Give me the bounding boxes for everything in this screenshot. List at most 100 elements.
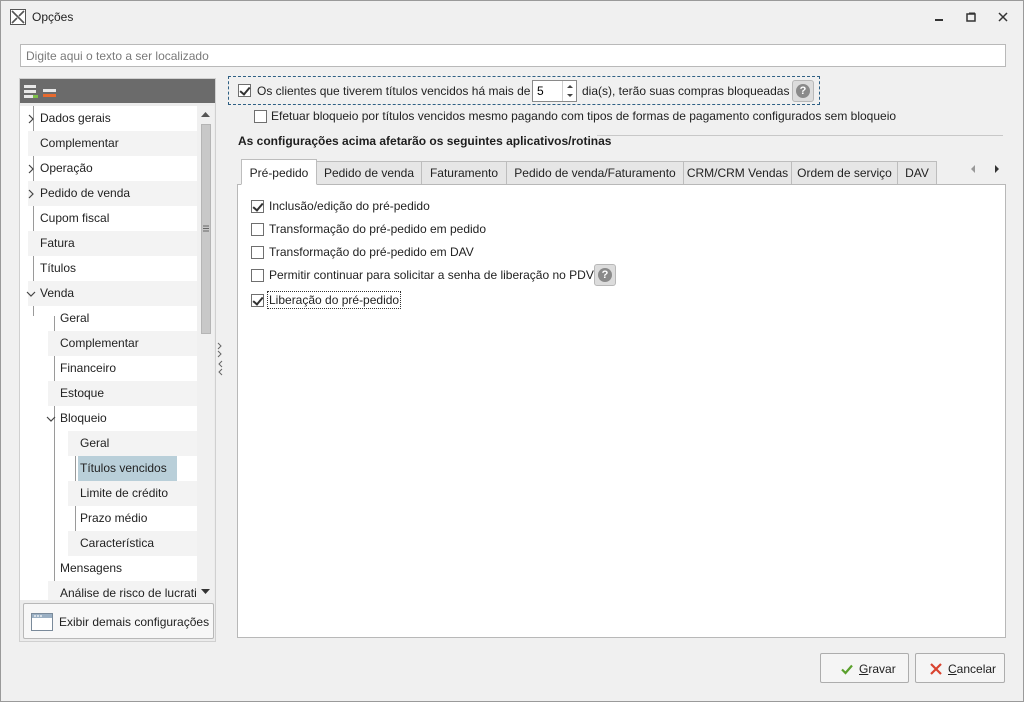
tree-item[interactable]: Fatura xyxy=(28,231,197,256)
option-checkbox[interactable] xyxy=(251,269,264,282)
tab-5[interactable]: CRM/CRM Vendas xyxy=(683,161,792,185)
check-icon xyxy=(841,664,853,675)
overdue-days-spinner[interactable] xyxy=(532,80,577,102)
restore-icon xyxy=(966,12,976,22)
tree-item[interactable]: Títulos xyxy=(28,256,197,281)
settings-tree-panel: Dados gerais Complementar Operação Pedido d… xyxy=(19,78,216,642)
help-icon: ? xyxy=(598,268,612,282)
tree-item-label: Complementar xyxy=(40,136,119,150)
show-more-settings-button[interactable]: Exibir demais configurações xyxy=(23,603,214,639)
save-button[interactable]: Gravar xyxy=(820,653,909,683)
tab-3[interactable]: Faturamento xyxy=(421,161,507,185)
option-checkbox[interactable] xyxy=(251,246,264,259)
option-label: Transformação do pré-pedido em pedido xyxy=(269,222,487,236)
section-title: As configurações acima afetarão os segui… xyxy=(238,134,612,148)
section-divider xyxy=(597,135,1003,136)
tree-item-label: Operação xyxy=(40,161,93,175)
tree-item[interactable]: Análise de risco de lucrati xyxy=(48,581,197,600)
tree-item[interactable]: Pedido de venda xyxy=(28,181,197,206)
window-title: Opções xyxy=(32,10,74,24)
tree-item-label: Bloqueio xyxy=(60,411,107,425)
panel-splitter-handle[interactable] xyxy=(216,341,224,377)
overdue-days-input[interactable] xyxy=(533,81,561,101)
close-button[interactable] xyxy=(990,7,1016,27)
tab-scroll-left-button[interactable] xyxy=(964,161,982,177)
block-even-paying-checkbox[interactable] xyxy=(254,110,267,123)
tree-item-label: Títulos xyxy=(40,261,77,275)
tree-item[interactable]: Geral xyxy=(48,306,197,331)
chevron-right-icon[interactable] xyxy=(26,114,36,124)
tree-item[interactable]: Bloqueio xyxy=(46,406,197,431)
block-even-paying-label: Efetuar bloqueio por títulos vencidos me… xyxy=(271,109,897,123)
tree-item[interactable]: Geral xyxy=(68,431,197,456)
collapse-all-icon[interactable] xyxy=(42,83,58,99)
show-more-settings-label: Exibir demais configurações xyxy=(59,615,210,629)
tab-2[interactable]: Pedido de venda xyxy=(316,161,422,185)
option-checkbox[interactable] xyxy=(251,294,264,307)
tree-item[interactable]: Mensagens xyxy=(48,556,197,581)
tab-content-pre-pedido: Inclusão/edição do pré-pedido Transformaç… xyxy=(237,184,1006,638)
tree-scrollbar[interactable] xyxy=(197,106,214,600)
tab-4[interactable]: Pedido de venda/Faturamento xyxy=(506,161,684,185)
tree-item[interactable]: Complementar xyxy=(48,331,197,356)
grip-icon xyxy=(203,225,209,232)
tree-item[interactable]: Operação xyxy=(28,156,197,181)
tree-item-label: Análise de risco de lucrati xyxy=(60,586,197,600)
expand-all-icon[interactable] xyxy=(23,83,39,99)
option-checkbox[interactable] xyxy=(251,223,264,236)
tree-item-label: Mensagens xyxy=(60,561,123,575)
settings-tree: Dados gerais Complementar Operação Pedido d… xyxy=(20,106,197,600)
option-label: Permitir continuar para solicitar a senh… xyxy=(269,268,594,282)
tree-item-label: Financeiro xyxy=(60,361,117,375)
tree-item[interactable]: Venda xyxy=(26,281,197,306)
cancel-label: Cancelar xyxy=(948,662,997,676)
tree-item[interactable]: Estoque xyxy=(48,381,197,406)
tree-item[interactable]: Característica xyxy=(68,531,197,556)
cancel-x-icon xyxy=(930,663,942,675)
close-icon xyxy=(998,12,1008,22)
tree-item-label: Limite de crédito xyxy=(80,486,169,500)
tree-item-label: Característica xyxy=(80,536,155,550)
scroll-thumb[interactable] xyxy=(201,124,211,334)
spin-down-icon[interactable] xyxy=(563,91,577,101)
tree-item[interactable]: Títulos vencidos xyxy=(68,456,197,481)
minimize-icon xyxy=(935,19,943,21)
tree-item-label: Dados gerais xyxy=(40,111,111,125)
search-input[interactable] xyxy=(20,44,1006,67)
tab-1[interactable]: Pré-pedido xyxy=(241,159,317,185)
block-rule-help-button[interactable]: ? xyxy=(792,80,814,102)
minimize-button[interactable] xyxy=(926,7,952,27)
option-label: Transformação do pré-pedido em DAV xyxy=(269,245,474,259)
chevron-down-icon[interactable] xyxy=(46,414,56,424)
block-rule-checkbox[interactable] xyxy=(238,84,251,97)
tree-item-label: Complementar xyxy=(60,336,139,350)
tree-item[interactable]: Dados gerais xyxy=(28,106,197,131)
tree-item[interactable]: Financeiro xyxy=(48,356,197,381)
tree-item-label: Títulos vencidos xyxy=(78,456,177,481)
chevron-right-icon xyxy=(995,165,999,173)
option-help-button[interactable]: ? xyxy=(594,264,616,286)
tab-7[interactable]: DAV xyxy=(897,161,937,185)
scroll-down-icon[interactable] xyxy=(200,587,211,597)
scroll-up-icon[interactable] xyxy=(200,109,211,119)
help-icon: ? xyxy=(796,84,810,98)
tree-item[interactable]: Limite de crédito xyxy=(68,481,197,506)
tree-item-label: Geral xyxy=(60,311,90,325)
option-checkbox[interactable] xyxy=(251,200,264,213)
restore-button[interactable] xyxy=(958,7,984,27)
chevron-down-icon[interactable] xyxy=(26,289,36,299)
tree-item[interactable]: Complementar xyxy=(28,131,197,156)
app-logo-icon xyxy=(10,9,26,25)
tree-item[interactable]: Prazo médio xyxy=(68,506,197,531)
spin-up-icon[interactable] xyxy=(563,81,577,91)
tree-item-label: Geral xyxy=(80,436,110,450)
tab-6[interactable]: Ordem de serviço xyxy=(791,161,898,185)
option-label: Liberação do pré-pedido xyxy=(266,291,402,309)
tree-item[interactable]: Cupom fiscal xyxy=(28,206,197,231)
tab-scroll-right-button[interactable] xyxy=(988,161,1006,177)
tree-item-label: Venda xyxy=(40,286,75,300)
chevron-right-icon[interactable] xyxy=(26,164,36,174)
settings-window-icon xyxy=(31,613,53,631)
chevron-right-icon[interactable] xyxy=(26,189,36,199)
cancel-button[interactable]: Cancelar xyxy=(915,653,1005,683)
